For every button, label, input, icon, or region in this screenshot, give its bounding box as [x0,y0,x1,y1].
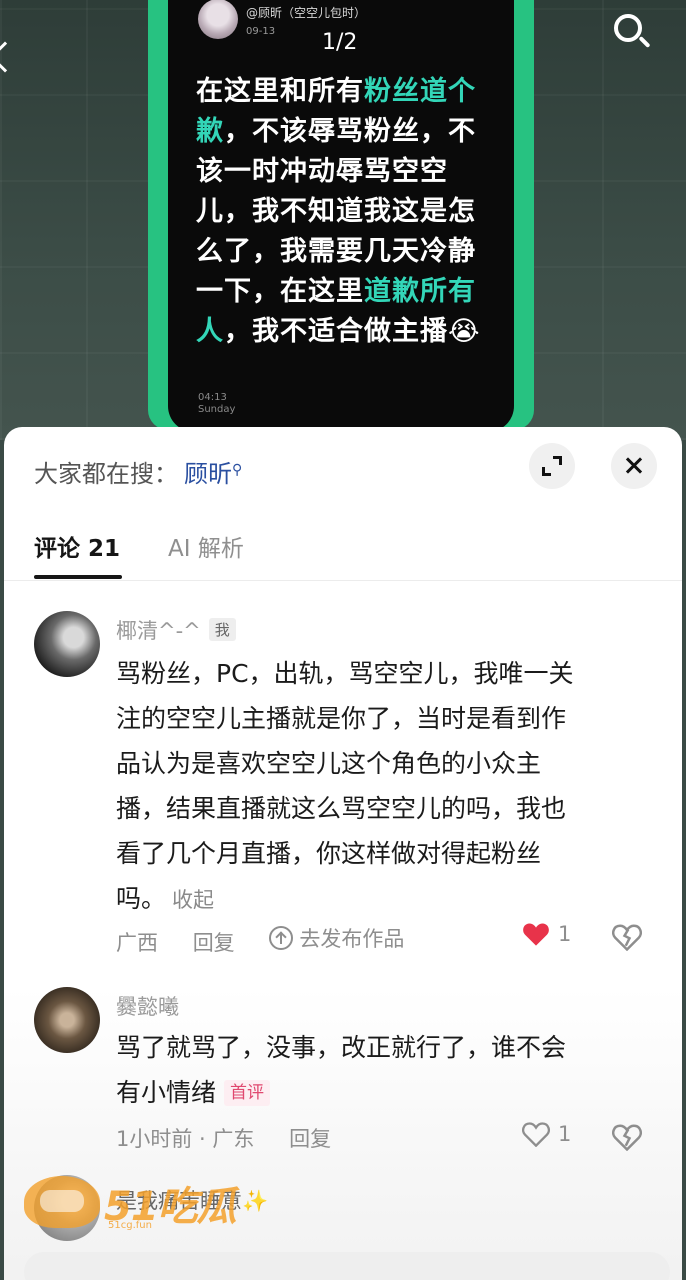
like-count: 1 [558,922,572,946]
post-text-segment: 该一时冲动辱骂空空 [196,156,448,187]
page-indicator: 1/2 [322,30,358,55]
post-text-segment: ，我不适合做主播😭 [224,316,481,347]
post-text-highlight: 人 [196,316,224,347]
watermark-icon [24,1176,100,1228]
dislike-icon[interactable] [612,923,642,951]
post-text: 在这里和所有粉丝道个 歉，不该辱骂粉丝，不 该一时冲动辱骂空空 儿，我不知道我这是怎么… [196,72,492,352]
post-text-segment: 在这里和所有 [196,76,364,107]
comment-input-bar[interactable] [24,1252,670,1280]
comment-meta: 广西 回复 去发布作品 [116,923,432,957]
expand-icon [542,467,551,476]
tab-ai-analysis[interactable]: AI 解析 [168,529,244,563]
post-text-line: 人，我不适合做主播😭 [196,312,492,352]
comment-line: 有小情绪 [116,1078,217,1107]
search-icon[interactable] [612,12,652,52]
comment-location: 广西 [116,931,158,955]
search-small-icon: ⚲ [232,462,243,478]
commenter-name[interactable]: 椰清^-^ 我 [116,615,236,645]
post-text-line: 歉，不该辱骂粉丝，不 [196,112,492,152]
sheet-tabs: 评论 21 AI 解析 [4,525,682,581]
post-text-highlight: 粉丝道个 [364,76,476,107]
comment-time-location: 1小时前 · 广东 [116,1127,255,1151]
post-text-highlight: 歉 [196,116,224,147]
search-suggestion-prefix: 大家都在搜： [34,460,178,488]
post-day: Sunday [198,404,236,415]
like-button[interactable]: 1 [522,1121,571,1147]
collapse-link[interactable]: 收起 [172,888,214,912]
post-text-line: 该一时冲动辱骂空空 [196,152,492,192]
phone-screen: @顾昕（空空儿包时） 09-13 1/2 在这里和所有粉丝道个 歉，不该辱骂粉丝，… [168,0,514,432]
watermark-logo: 51吃瓜 51cg.fun [20,1168,240,1238]
publish-work-button[interactable]: 去发布作品 [269,923,404,953]
me-badge: 我 [208,618,236,641]
first-comment-badge: 首评 [224,1080,271,1106]
comment-line: 骂了就骂了，没事，改正就行了，谁不会 [116,1033,567,1062]
post-text-highlight: 道歉所有 [364,276,476,307]
upload-icon [269,926,294,950]
post-text-line: 儿，我不知道我这是怎 [196,192,492,232]
expand-button[interactable] [529,443,575,489]
comment-line: 吗。 [116,884,167,913]
heart-outline-icon [522,1122,550,1147]
commenter-name[interactable]: 爨懿曦 [116,991,179,1021]
comment-line: 注的空空儿主播就是你了，当时是看到作 [116,704,567,733]
comment-meta: 1小时前 · 广东 回复 [116,1123,359,1153]
post-avatar [198,0,238,39]
comment-line: 看了几个月直播，你这样做对得起粉丝 [116,839,542,868]
commenter-avatar[interactable] [34,611,100,677]
reply-button[interactable]: 回复 [193,931,235,955]
post-text-line: 一下，在这里道歉所有 [196,272,492,312]
post-text-segment: 儿，我不知道我这是怎 [196,196,476,227]
comment-text[interactable]: 骂粉丝，PC，出轨，骂空空儿，我唯一关 注的空空儿主播就是你了，当时是看到作 品… [116,651,636,923]
comment-sheet: 大家都在搜： 顾昕⚲ 评论 21 AI 解析 椰清^-^ 我 骂粉丝，PC，出轨，骂… [4,427,682,1280]
post-text-segment: 么了，我需要几天冷静 [196,236,476,267]
commenter-name-text: 椰清^-^ [116,619,201,643]
commenter-avatar[interactable] [34,987,100,1053]
post-time: 04:13 [198,392,227,403]
dislike-icon[interactable] [612,1123,642,1151]
post-date: 09-13 [246,26,276,37]
post-text-segment: ，不该辱骂粉丝，不 [224,116,476,147]
back-arrow-icon[interactable] [0,41,21,73]
comment-line: 品认为是喜欢空空儿这个角色的小众主 [116,749,542,778]
video-area[interactable]: @顾昕（空空儿包时） 09-13 1/2 在这里和所有粉丝道个 歉，不该辱骂粉丝，… [0,0,686,440]
comment-line: 播，结果直播就这么骂空空儿的吗，我也 [116,794,567,823]
reply-button[interactable]: 回复 [289,1127,331,1151]
post-text-line: 在这里和所有粉丝道个 [196,72,492,112]
tab-comments[interactable]: 评论 21 [34,529,120,563]
comment-line: 骂粉丝，PC，出轨，骂空空儿，我唯一关 [116,659,574,688]
post-timestamp: 04:13 Sunday [198,392,235,416]
post-text-segment: 一下，在这里 [196,276,364,307]
publish-work-label: 去发布作品 [299,927,405,951]
heart-filled-icon [523,923,549,946]
post-text-line: 么了，我需要几天冷静 [196,232,492,272]
comment-text[interactable]: 骂了就骂了，没事，改正就行了，谁不会 有小情绪 首评 [116,1025,636,1115]
search-suggestion[interactable]: 大家都在搜： 顾昕⚲ [34,454,242,489]
watermark-subtext: 51cg.fun [108,1220,152,1231]
phone-frame: @顾昕（空空儿包时） 09-13 1/2 在这里和所有粉丝道个 歉，不该辱骂粉丝，… [148,0,534,432]
search-suggestion-keyword[interactable]: 顾昕 [184,460,232,488]
active-tab-indicator [34,575,122,579]
like-count: 1 [558,1122,572,1146]
close-button[interactable] [611,443,657,489]
post-username: @顾昕（空空儿包时） [246,6,367,20]
like-button[interactable]: 1 [522,921,571,947]
